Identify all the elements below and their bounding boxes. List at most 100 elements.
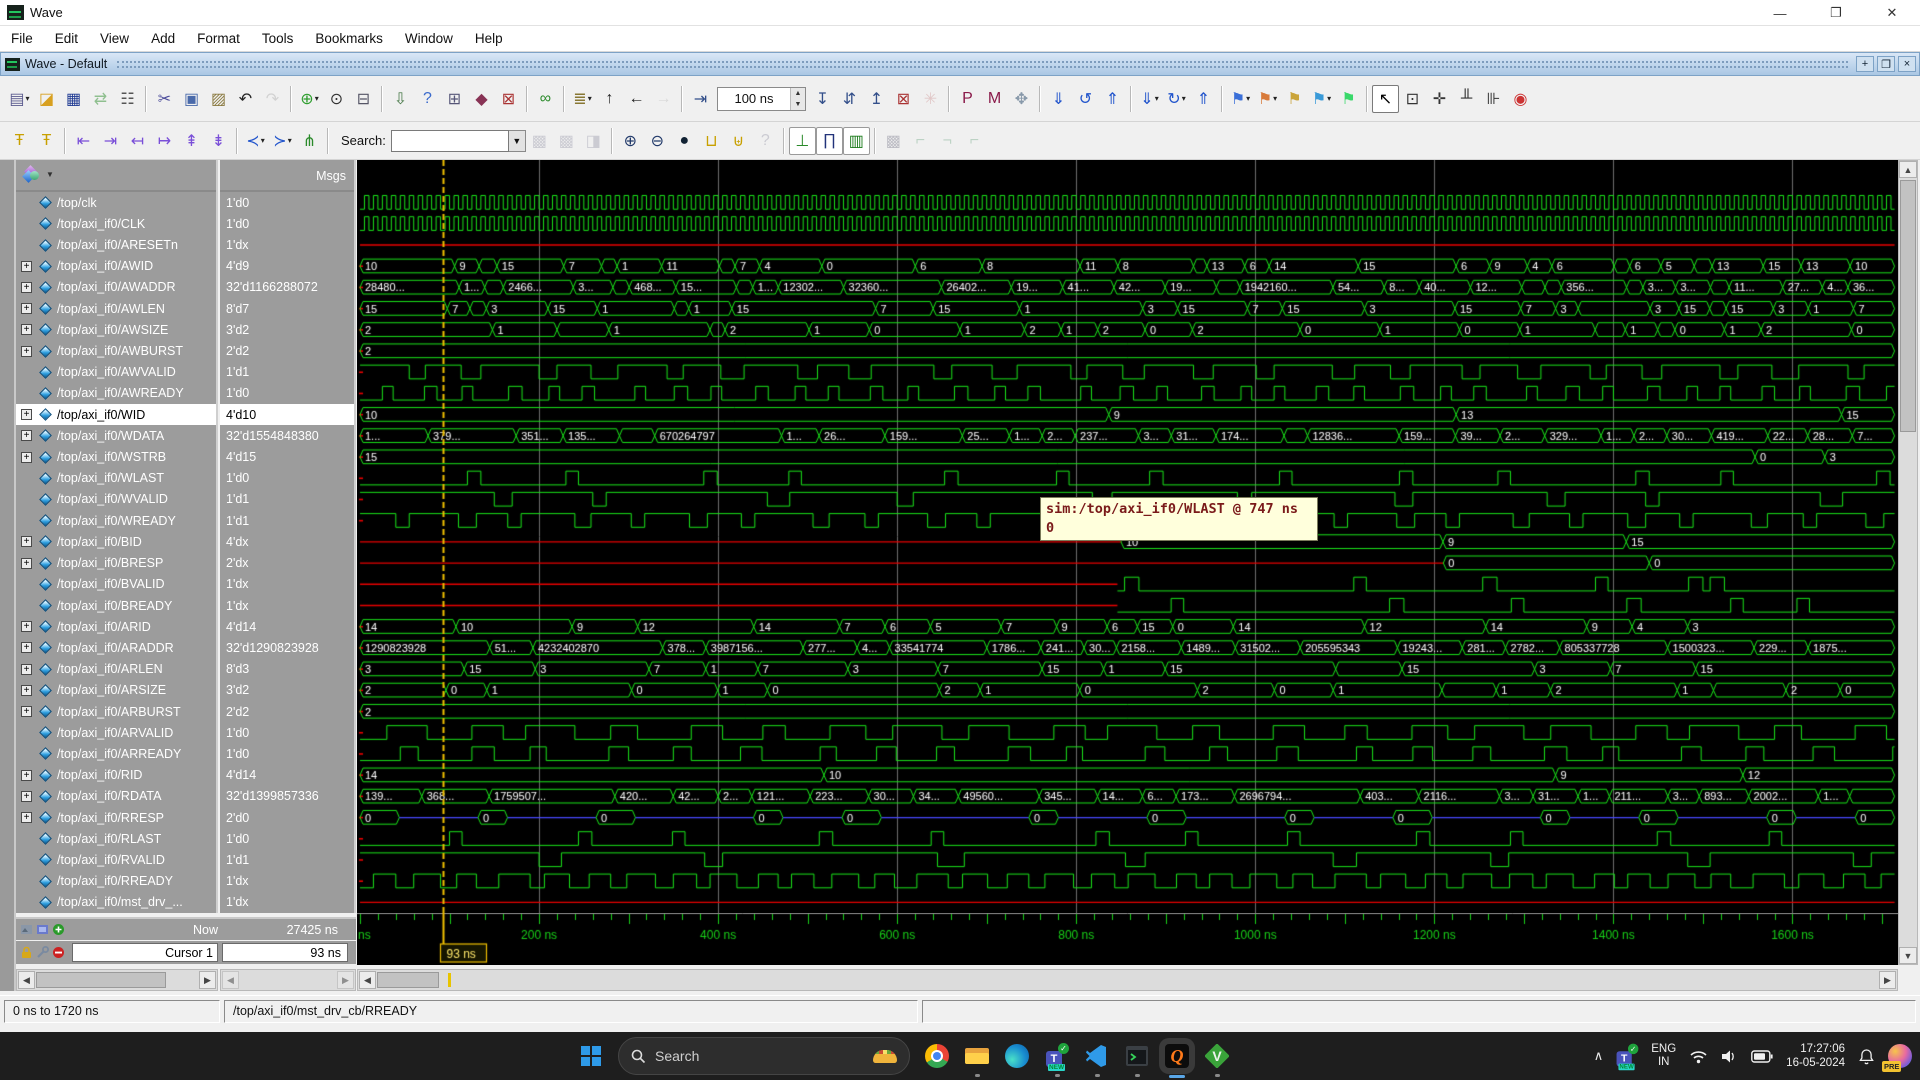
add-window-button[interactable]: ⊞ — [441, 85, 468, 113]
pan-hand-button[interactable]: ✥ — [1008, 85, 1035, 113]
names-horizontal-scrollbar[interactable]: ◀ ▶ — [16, 969, 218, 991]
scroll-right-arrow[interactable]: ▶ — [199, 971, 216, 989]
close-button[interactable]: ✕ — [1864, 0, 1920, 26]
spin-up-icon[interactable]: ▲ — [791, 88, 805, 99]
forward-button[interactable]: → — [650, 85, 677, 113]
search-forward-button[interactable]: ▩ — [553, 127, 580, 155]
grid-pattern-button[interactable]: ▩ — [880, 127, 907, 155]
signal-row-RID[interactable]: +/top/axi_if0/RID — [16, 765, 216, 786]
tray-chevron-icon[interactable]: ∧ — [1594, 1048, 1604, 1064]
search-dropdown-button[interactable]: ▼ — [509, 130, 526, 152]
menu-window[interactable]: Window — [394, 31, 464, 46]
undo-button[interactable]: ↶ — [232, 85, 259, 113]
grid-mid-button[interactable]: ¬ — [934, 127, 961, 155]
expand-plus-icon[interactable]: + — [21, 261, 32, 272]
flag-add-button[interactable]: ⚑▾ — [1227, 85, 1254, 113]
restart-button[interactable]: ✳ — [917, 85, 944, 113]
signal-row-RRESP[interactable]: +/top/axi_if0/RRESP — [16, 807, 216, 828]
signal-row-WLAST[interactable]: /top/axi_if0/WLAST — [16, 468, 216, 489]
pane-header[interactable]: Wave - Default + ❐ × — [0, 52, 1920, 76]
zoom-full-button[interactable]: ● — [671, 127, 698, 155]
new-file-button[interactable]: ▤▾ — [6, 85, 33, 113]
expand-plus-icon[interactable]: + — [21, 346, 32, 357]
scroll-right-arrow[interactable]: ▶ — [1879, 971, 1896, 989]
expand-plus-icon[interactable]: + — [21, 409, 32, 420]
stop-light-button[interactable]: ◉ — [1507, 85, 1534, 113]
expand-plus-icon[interactable]: + — [21, 558, 32, 569]
remove-cursor-icon[interactable] — [52, 946, 65, 959]
expand-plus-icon[interactable]: + — [21, 303, 32, 314]
menu-file[interactable]: File — [0, 31, 44, 46]
menu-bookmarks[interactable]: Bookmarks — [304, 31, 394, 46]
vertical-scroll-thumb[interactable] — [1900, 180, 1916, 432]
lock-icon[interactable] — [20, 946, 33, 959]
signal-row-RREADY[interactable]: /top/axi_if0/RREADY — [16, 871, 216, 892]
signal-row-RDATA[interactable]: +/top/axi_if0/RDATA — [16, 786, 216, 807]
volume-icon[interactable] — [1721, 1049, 1738, 1064]
zoom-mode-button[interactable]: ⊡ — [1399, 85, 1426, 113]
expand-plus-icon[interactable]: + — [21, 282, 32, 293]
find-reload-button[interactable]: ↻▾ — [1163, 85, 1190, 113]
pane-close-button[interactable]: × — [1898, 56, 1916, 72]
select-mode-button[interactable]: ↖ — [1372, 85, 1399, 113]
signal-row-BRESP[interactable]: +/top/axi_if0/BRESP — [16, 553, 216, 574]
vim-icon[interactable]: V — [1204, 1043, 1230, 1069]
wifi-icon[interactable] — [1689, 1049, 1708, 1064]
signal-row-AWID[interactable]: +/top/axi_if0/AWID — [16, 256, 216, 277]
scroll-down-arrow[interactable]: ▼ — [1899, 947, 1917, 964]
scroll-left-arrow[interactable]: ◀ — [18, 971, 35, 989]
prev-falling-button[interactable]: ↤ — [124, 127, 151, 155]
file-explorer-icon[interactable] — [964, 1043, 990, 1069]
signal-row-ARREADY[interactable]: /top/axi_if0/ARREADY — [16, 743, 216, 764]
next-marker-button[interactable]: ⇑ — [1099, 85, 1126, 113]
expand-plus-icon[interactable]: + — [21, 452, 32, 463]
scroll-left-arrow[interactable]: ◀ — [222, 971, 239, 989]
expand-plus-icon[interactable]: + — [21, 791, 32, 802]
scroll-right-arrow[interactable]: ▶ — [337, 971, 354, 989]
signal-row-ARBURST[interactable]: +/top/axi_if0/ARBURST — [16, 701, 216, 722]
signal-row-mst_drv_...[interactable]: /top/axi_if0/mst_drv_... — [16, 892, 216, 913]
signal-row-ARID[interactable]: +/top/axi_if0/ARID — [16, 616, 216, 637]
wave-vertical-scrollbar[interactable]: ▲ ▼ — [1898, 160, 1918, 965]
signal-row-clk[interactable]: /top/clk — [16, 192, 216, 213]
insert-cursor-button[interactable]: Ŧ — [6, 127, 33, 155]
compare-button[interactable]: ◆ — [468, 85, 495, 113]
signal-row-WREADY[interactable]: /top/axi_if0/WREADY — [16, 510, 216, 531]
expand-plus-icon[interactable]: + — [21, 324, 32, 335]
expand-in-button[interactable]: ≺▾ — [242, 127, 269, 155]
profile-p-button[interactable]: P — [954, 85, 981, 113]
expand-plus-icon[interactable]: + — [21, 642, 32, 653]
dropdown-caret-icon[interactable]: ▾ — [261, 136, 265, 145]
signal-row-WSTRB[interactable]: +/top/axi_if0/WSTRB — [16, 446, 216, 467]
run-up-button[interactable]: ↥ — [863, 85, 890, 113]
names-column-header[interactable]: ▼ — [16, 160, 216, 192]
expand-out-button[interactable]: ≻▾ — [269, 127, 296, 155]
menu-tools[interactable]: Tools — [251, 31, 305, 46]
cursor-name-field[interactable]: Cursor 1 — [72, 943, 218, 962]
signal-row-WID[interactable]: +/top/axi_if0/WID — [16, 404, 216, 425]
cursor-value-field[interactable]: 93 ns — [222, 943, 348, 962]
chevron-down-icon[interactable]: ▼ — [46, 170, 54, 179]
signal-row-AWSIZE[interactable]: +/top/axi_if0/AWSIZE — [16, 319, 216, 340]
timeline-canvas[interactable] — [357, 913, 1898, 965]
minimize-button[interactable]: — — [1752, 0, 1808, 26]
pane-restore-button[interactable]: ❐ — [1877, 56, 1895, 72]
signal-row-WDATA[interactable]: +/top/axi_if0/WDATA — [16, 425, 216, 446]
menu-help[interactable]: Help — [464, 31, 514, 46]
signal-row-AWREADY[interactable]: /top/axi_if0/AWREADY — [16, 383, 216, 404]
signal-row-RVALID[interactable]: /top/axi_if0/RVALID — [16, 849, 216, 870]
pane-drag-grip[interactable] — [117, 61, 1848, 68]
find-prev-button[interactable]: ⇓▾ — [1136, 85, 1163, 113]
stop-button[interactable]: ⊠ — [890, 85, 917, 113]
next-transition-button[interactable]: ⇥ — [97, 127, 124, 155]
signal-row-BREADY[interactable]: /top/axi_if0/BREADY — [16, 595, 216, 616]
run-button[interactable]: ↧ — [809, 85, 836, 113]
edit-cursors-button[interactable]: ╨ — [1453, 85, 1480, 113]
time-step-spinner[interactable]: ▲▼ — [717, 87, 806, 111]
expand-plus-icon[interactable]: + — [21, 770, 32, 781]
paste-button[interactable]: ▨ — [205, 85, 232, 113]
signal-row-ARVALID[interactable]: /top/axi_if0/ARVALID — [16, 722, 216, 743]
signal-row-ARESETn[interactable]: /top/axi_if0/ARESETn — [16, 234, 216, 255]
vscode-icon[interactable] — [1084, 1043, 1110, 1069]
expand-plus-icon[interactable]: + — [21, 621, 32, 632]
